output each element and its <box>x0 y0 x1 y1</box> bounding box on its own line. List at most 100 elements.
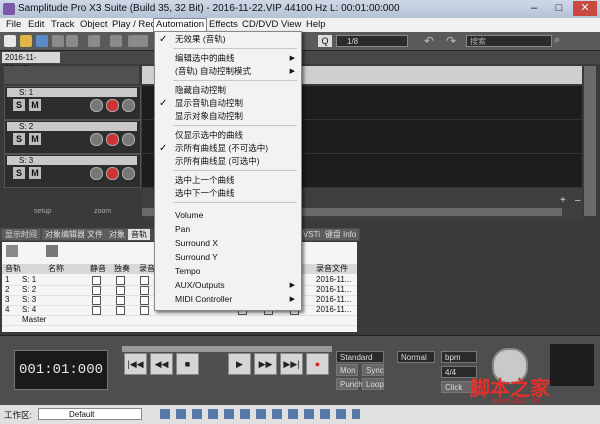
menu-edit[interactable]: Edit <box>26 19 46 31</box>
track-header[interactable]: S: 1 S M <box>4 86 141 120</box>
search-input[interactable]: 搜索 <box>466 35 552 47</box>
mute-button[interactable]: M <box>29 167 41 179</box>
redo-icon[interactable]: ↷ <box>446 34 456 48</box>
menu-item-select-previous-curve[interactable]: 选中上一个曲线 <box>155 174 301 187</box>
playback-mode-dropdown[interactable]: Normal <box>397 351 435 363</box>
col-track[interactable]: 音轨 <box>5 264 21 274</box>
solo-checkbox[interactable] <box>116 306 125 315</box>
menu-automation[interactable]: Automation <box>153 18 208 32</box>
undo-icon[interactable]: ↶ <box>424 34 434 48</box>
tab-tracks[interactable]: 音轨 <box>128 229 150 240</box>
vertical-scrollbar[interactable] <box>584 66 596 216</box>
record-checkbox[interactable] <box>140 286 149 295</box>
setup-label[interactable]: setup <box>34 208 51 215</box>
volume-knob[interactable] <box>90 167 103 180</box>
solo-button[interactable]: S <box>13 133 25 145</box>
bottom-toolbar-icons[interactable] <box>160 409 360 419</box>
rewind-button[interactable]: ◀◀ <box>150 353 173 375</box>
table-row[interactable]: Master <box>2 315 357 326</box>
tab-time-display[interactable]: 显示时间 <box>2 229 40 240</box>
copy-icon[interactable] <box>66 35 78 47</box>
open-folder-icon[interactable] <box>20 35 32 47</box>
new-file-icon[interactable] <box>4 35 16 47</box>
menu-item-surround-x[interactable]: Surround X <box>155 237 301 250</box>
mute-checkbox[interactable] <box>92 306 101 315</box>
manager-tool-icon[interactable] <box>6 245 18 257</box>
workspace-dropdown[interactable]: Default <box>38 408 142 420</box>
search-icon[interactable]: ⌕ <box>554 34 560 47</box>
record-arm-icon[interactable] <box>106 99 119 112</box>
settings-gear-icon[interactable] <box>122 99 135 112</box>
zoom-label[interactable]: zoom <box>94 208 111 215</box>
menu-item-aux-outputs[interactable]: AUX/Outputs ▶ <box>155 279 301 292</box>
menu-help[interactable]: Help <box>304 19 328 31</box>
menu-item-automation-mode[interactable]: (音轨) 自动控制模式 ▶ <box>155 65 301 78</box>
zoom-plus-icon[interactable]: + <box>560 195 566 206</box>
settings-gear-icon[interactable] <box>122 167 135 180</box>
menu-item-midi-controller[interactable]: MIDI Controller ▶ <box>155 293 301 306</box>
col-mute[interactable]: 静音 <box>90 264 106 274</box>
menu-track[interactable]: Track <box>49 19 76 31</box>
menu-item-edit-selected-curve[interactable]: 编辑选中的曲线 ▶ <box>155 52 301 65</box>
track-name[interactable]: S: 3 <box>7 156 137 165</box>
solo-button[interactable]: S <box>13 99 25 111</box>
go-to-end-button[interactable]: ▶▶| <box>280 353 303 375</box>
menu-view[interactable]: View <box>279 19 303 31</box>
zoom-q-icon[interactable]: Q <box>318 35 332 47</box>
play-button[interactable]: ▶ <box>228 353 251 375</box>
go-to-start-button[interactable]: |◀◀ <box>124 353 147 375</box>
menu-item-no-effect[interactable]: ✓ 无效果 (音轨) <box>155 33 301 46</box>
volume-knob[interactable] <box>90 133 103 146</box>
fast-forward-button[interactable]: ▶▶ <box>254 353 277 375</box>
zoom-dropdown[interactable]: 1/8 <box>336 35 408 47</box>
sync-button[interactable]: Sync <box>362 364 384 376</box>
settings-gear-icon[interactable] <box>122 133 135 146</box>
tab-vsti[interactable]: VSTi <box>300 229 324 240</box>
maximize-button[interactable]: □ <box>547 1 571 16</box>
menu-item-show-all-curves-selectable[interactable]: 示所有曲线显 (可选中) <box>155 155 301 168</box>
record-checkbox[interactable] <box>140 296 149 305</box>
position-slider[interactable] <box>122 346 332 352</box>
record-button[interactable]: ● <box>306 353 329 375</box>
mute-checkbox[interactable] <box>92 296 101 305</box>
track-header[interactable]: S: 3 S M <box>4 154 141 188</box>
track-header[interactable]: S: 2 S M <box>4 120 141 154</box>
mute-button[interactable]: M <box>29 99 41 111</box>
tool-dropdown[interactable] <box>128 35 148 47</box>
menu-item-tempo[interactable]: Tempo <box>155 265 301 278</box>
close-button[interactable]: ✕ <box>573 1 597 16</box>
solo-checkbox[interactable] <box>116 286 125 295</box>
tool-icon[interactable] <box>110 35 122 47</box>
menu-item-show-object-automation[interactable]: 显示对象自动控制 <box>155 110 301 123</box>
paste-icon[interactable] <box>88 35 100 47</box>
stop-button[interactable]: ■ <box>176 353 199 375</box>
tab-info[interactable]: Info <box>340 229 360 240</box>
volume-knob[interactable] <box>90 99 103 112</box>
menu-item-select-next-curve[interactable]: 选中下一个曲线 <box>155 187 301 200</box>
menu-effects[interactable]: Effects <box>207 19 240 31</box>
col-name[interactable]: 名称 <box>48 264 64 274</box>
mute-checkbox[interactable] <box>92 286 101 295</box>
menu-object[interactable]: Object <box>78 19 109 31</box>
loop-button[interactable]: Loop <box>362 378 384 390</box>
menu-play-rec[interactable]: Play / Rec <box>110 19 157 31</box>
tab-objects[interactable]: 对象 <box>106 229 128 240</box>
col-record[interactable]: 录音 <box>139 264 155 274</box>
menu-cd-dvd[interactable]: CD/DVD <box>240 19 280 31</box>
menu-file[interactable]: File <box>4 19 23 31</box>
punch-button[interactable]: Punch <box>336 378 363 390</box>
zoom-minus-icon[interactable]: – <box>575 195 581 206</box>
menu-item-show-all-curves-unselectable[interactable]: ✓ 示所有曲线显 (不可选中) <box>155 142 301 155</box>
record-arm-icon[interactable] <box>106 133 119 146</box>
menu-item-hide-automation[interactable]: 隐藏自动控制 <box>155 84 301 97</box>
tab-object-editor[interactable]: 对象编辑器 <box>42 229 88 240</box>
col-record-file[interactable]: 录音文件 <box>316 264 348 274</box>
record-checkbox[interactable] <box>140 306 149 315</box>
mute-button[interactable]: M <box>29 133 41 145</box>
tab-files[interactable]: 文件 <box>84 229 106 240</box>
cut-icon[interactable] <box>52 35 64 47</box>
solo-checkbox[interactable] <box>116 276 125 285</box>
menu-item-pan[interactable]: Pan <box>155 223 301 236</box>
solo-checkbox[interactable] <box>116 296 125 305</box>
manager-tool-icon[interactable] <box>46 245 58 257</box>
